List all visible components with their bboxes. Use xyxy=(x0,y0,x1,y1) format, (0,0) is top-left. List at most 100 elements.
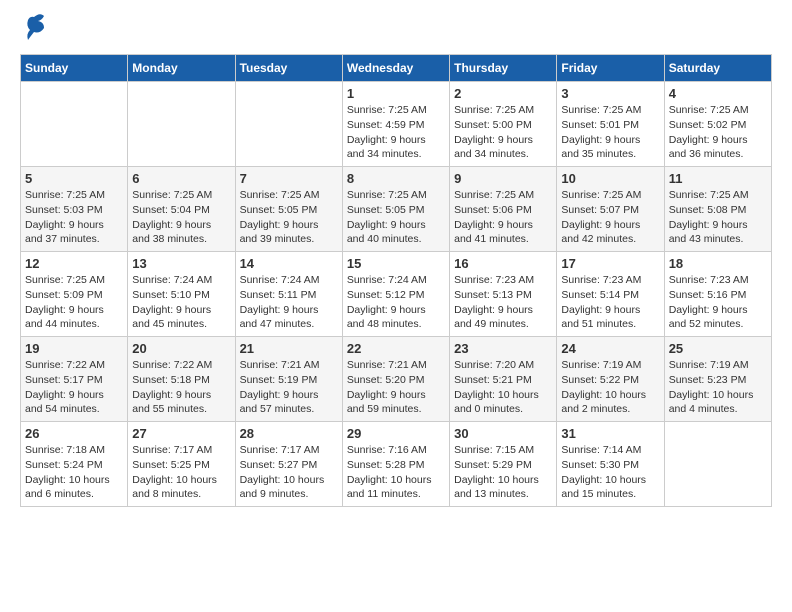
day-info: Sunrise: 7:25 AMSunset: 5:02 PMDaylight:… xyxy=(669,103,767,162)
day-number: 9 xyxy=(454,171,552,186)
calendar-table: SundayMondayTuesdayWednesdayThursdayFrid… xyxy=(20,54,772,507)
calendar-cell: 22Sunrise: 7:21 AMSunset: 5:20 PMDayligh… xyxy=(342,337,449,422)
calendar-cell: 2 Sunrise: 7:25 AMSunset: 5:00 PMDaylight… xyxy=(450,82,557,167)
header-friday: Friday xyxy=(557,55,664,82)
day-info: Sunrise: 7:21 AMSunset: 5:19 PMDaylight:… xyxy=(240,358,338,417)
calendar-cell: 1 Sunrise: 7:25 AMSunset: 4:59 PMDaylight… xyxy=(342,82,449,167)
calendar-cell: 23 Sunrise: 7:20 AMSunset: 5:21 PMDayligh… xyxy=(450,337,557,422)
calendar-cell: 19 Sunrise: 7:22 AMSunset: 5:17 PMDayligh… xyxy=(21,337,128,422)
day-info: Sunrise: 7:25 AMSunset: 5:01 PMDaylight:… xyxy=(561,103,659,162)
day-number: 22 xyxy=(347,341,445,356)
day-number: 5 xyxy=(25,171,123,186)
day-info: Sunrise: 7:25 AMSunset: 5:03 PMDaylight:… xyxy=(25,188,123,247)
calendar-cell: 18 Sunrise: 7:23 AMSunset: 5:16 PMDayligh… xyxy=(664,252,771,337)
day-number: 6 xyxy=(132,171,230,186)
day-info: Sunrise: 7:20 AMSunset: 5:21 PMDaylight:… xyxy=(454,358,552,417)
calendar-cell: 7 Sunrise: 7:25 AMSunset: 5:05 PMDaylight… xyxy=(235,167,342,252)
day-info: Sunrise: 7:25 AMSunset: 5:05 PMDaylight:… xyxy=(240,188,338,247)
day-info: Sunrise: 7:23 AMSunset: 5:13 PMDaylight:… xyxy=(454,273,552,332)
calendar-cell: 3 Sunrise: 7:25 AMSunset: 5:01 PMDaylight… xyxy=(557,82,664,167)
day-number: 28 xyxy=(240,426,338,441)
day-number: 19 xyxy=(25,341,123,356)
day-info: Sunrise: 7:24 AMSunset: 5:10 PMDaylight:… xyxy=(132,273,230,332)
calendar-cell: 28 Sunrise: 7:17 AMSunset: 5:27 PMDayligh… xyxy=(235,422,342,507)
day-info: Sunrise: 7:25 AMSunset: 5:08 PMDaylight:… xyxy=(669,188,767,247)
calendar-cell: 31Sunrise: 7:14 AMSunset: 5:30 PMDayligh… xyxy=(557,422,664,507)
header-tuesday: Tuesday xyxy=(235,55,342,82)
header-sunday: Sunday xyxy=(21,55,128,82)
calendar-cell xyxy=(21,82,128,167)
day-number: 10 xyxy=(561,171,659,186)
calendar-cell: 24Sunrise: 7:19 AMSunset: 5:22 PMDayligh… xyxy=(557,337,664,422)
day-info: Sunrise: 7:15 AMSunset: 5:29 PMDaylight:… xyxy=(454,443,552,502)
day-number: 14 xyxy=(240,256,338,271)
day-number: 7 xyxy=(240,171,338,186)
day-number: 1 xyxy=(347,86,445,101)
calendar-cell: 9 Sunrise: 7:25 AMSunset: 5:06 PMDaylight… xyxy=(450,167,557,252)
day-number: 11 xyxy=(669,171,767,186)
day-number: 30 xyxy=(454,426,552,441)
calendar-cell: 10 Sunrise: 7:25 AMSunset: 5:07 PMDayligh… xyxy=(557,167,664,252)
day-number: 29 xyxy=(347,426,445,441)
calendar-cell: 30 Sunrise: 7:15 AMSunset: 5:29 PMDayligh… xyxy=(450,422,557,507)
calendar-cell: 11 Sunrise: 7:25 AMSunset: 5:08 PMDayligh… xyxy=(664,167,771,252)
day-info: Sunrise: 7:23 AMSunset: 5:16 PMDaylight:… xyxy=(669,273,767,332)
day-number: 23 xyxy=(454,341,552,356)
calendar-cell: 8 Sunrise: 7:25 AMSunset: 5:05 PMDaylight… xyxy=(342,167,449,252)
calendar-cell: 6 Sunrise: 7:25 AMSunset: 5:04 PMDaylight… xyxy=(128,167,235,252)
day-info: Sunrise: 7:18 AMSunset: 5:24 PMDaylight:… xyxy=(25,443,123,502)
day-info: Sunrise: 7:25 AMSunset: 5:00 PMDaylight:… xyxy=(454,103,552,162)
calendar-cell: 12Sunrise: 7:25 AMSunset: 5:09 PMDayligh… xyxy=(21,252,128,337)
calendar-week-row: 5 Sunrise: 7:25 AMSunset: 5:03 PMDaylight… xyxy=(21,167,772,252)
day-info: Sunrise: 7:19 AMSunset: 5:23 PMDaylight:… xyxy=(669,358,767,417)
day-info: Sunrise: 7:25 AMSunset: 5:09 PMDaylight:… xyxy=(25,273,123,332)
day-number: 4 xyxy=(669,86,767,101)
calendar-cell: 5 Sunrise: 7:25 AMSunset: 5:03 PMDaylight… xyxy=(21,167,128,252)
day-info: Sunrise: 7:24 AMSunset: 5:12 PMDaylight:… xyxy=(347,273,445,332)
calendar-cell: 14 Sunrise: 7:24 AMSunset: 5:11 PMDayligh… xyxy=(235,252,342,337)
day-info: Sunrise: 7:23 AMSunset: 5:14 PMDaylight:… xyxy=(561,273,659,332)
day-info: Sunrise: 7:25 AMSunset: 5:05 PMDaylight:… xyxy=(347,188,445,247)
calendar-cell: 26 Sunrise: 7:18 AMSunset: 5:24 PMDayligh… xyxy=(21,422,128,507)
calendar-cell: 4 Sunrise: 7:25 AMSunset: 5:02 PMDaylight… xyxy=(664,82,771,167)
day-number: 17 xyxy=(561,256,659,271)
calendar-cell xyxy=(235,82,342,167)
day-number: 2 xyxy=(454,86,552,101)
day-info: Sunrise: 7:14 AMSunset: 5:30 PMDaylight:… xyxy=(561,443,659,502)
day-number: 8 xyxy=(347,171,445,186)
day-info: Sunrise: 7:25 AMSunset: 5:04 PMDaylight:… xyxy=(132,188,230,247)
day-info: Sunrise: 7:16 AMSunset: 5:28 PMDaylight:… xyxy=(347,443,445,502)
day-info: Sunrise: 7:24 AMSunset: 5:11 PMDaylight:… xyxy=(240,273,338,332)
day-info: Sunrise: 7:25 AMSunset: 5:07 PMDaylight:… xyxy=(561,188,659,247)
day-number: 16 xyxy=(454,256,552,271)
day-number: 18 xyxy=(669,256,767,271)
calendar-cell xyxy=(664,422,771,507)
calendar-cell: 29 Sunrise: 7:16 AMSunset: 5:28 PMDayligh… xyxy=(342,422,449,507)
calendar-cell xyxy=(128,82,235,167)
day-number: 13 xyxy=(132,256,230,271)
calendar-cell: 25 Sunrise: 7:19 AMSunset: 5:23 PMDayligh… xyxy=(664,337,771,422)
calendar-cell: 27Sunrise: 7:17 AMSunset: 5:25 PMDayligh… xyxy=(128,422,235,507)
calendar-cell: 20 Sunrise: 7:22 AMSunset: 5:18 PMDayligh… xyxy=(128,337,235,422)
header-saturday: Saturday xyxy=(664,55,771,82)
calendar-week-row: 12Sunrise: 7:25 AMSunset: 5:09 PMDayligh… xyxy=(21,252,772,337)
day-info: Sunrise: 7:25 AMSunset: 5:06 PMDaylight:… xyxy=(454,188,552,247)
header-monday: Monday xyxy=(128,55,235,82)
day-number: 20 xyxy=(132,341,230,356)
day-number: 26 xyxy=(25,426,123,441)
calendar-cell: 16 Sunrise: 7:23 AMSunset: 5:13 PMDayligh… xyxy=(450,252,557,337)
day-number: 15 xyxy=(347,256,445,271)
day-number: 21 xyxy=(240,341,338,356)
day-number: 3 xyxy=(561,86,659,101)
day-info: Sunrise: 7:25 AMSunset: 4:59 PMDaylight:… xyxy=(347,103,445,162)
day-info: Sunrise: 7:22 AMSunset: 5:17 PMDaylight:… xyxy=(25,358,123,417)
day-info: Sunrise: 7:22 AMSunset: 5:18 PMDaylight:… xyxy=(132,358,230,417)
calendar-cell: 13 Sunrise: 7:24 AMSunset: 5:10 PMDayligh… xyxy=(128,252,235,337)
calendar-week-row: 26 Sunrise: 7:18 AMSunset: 5:24 PMDayligh… xyxy=(21,422,772,507)
day-info: Sunrise: 7:19 AMSunset: 5:22 PMDaylight:… xyxy=(561,358,659,417)
calendar-header-row: SundayMondayTuesdayWednesdayThursdayFrid… xyxy=(21,55,772,82)
day-number: 25 xyxy=(669,341,767,356)
day-info: Sunrise: 7:17 AMSunset: 5:27 PMDaylight:… xyxy=(240,443,338,502)
calendar-cell: 15 Sunrise: 7:24 AMSunset: 5:12 PMDayligh… xyxy=(342,252,449,337)
logo-bird-icon xyxy=(24,12,46,42)
